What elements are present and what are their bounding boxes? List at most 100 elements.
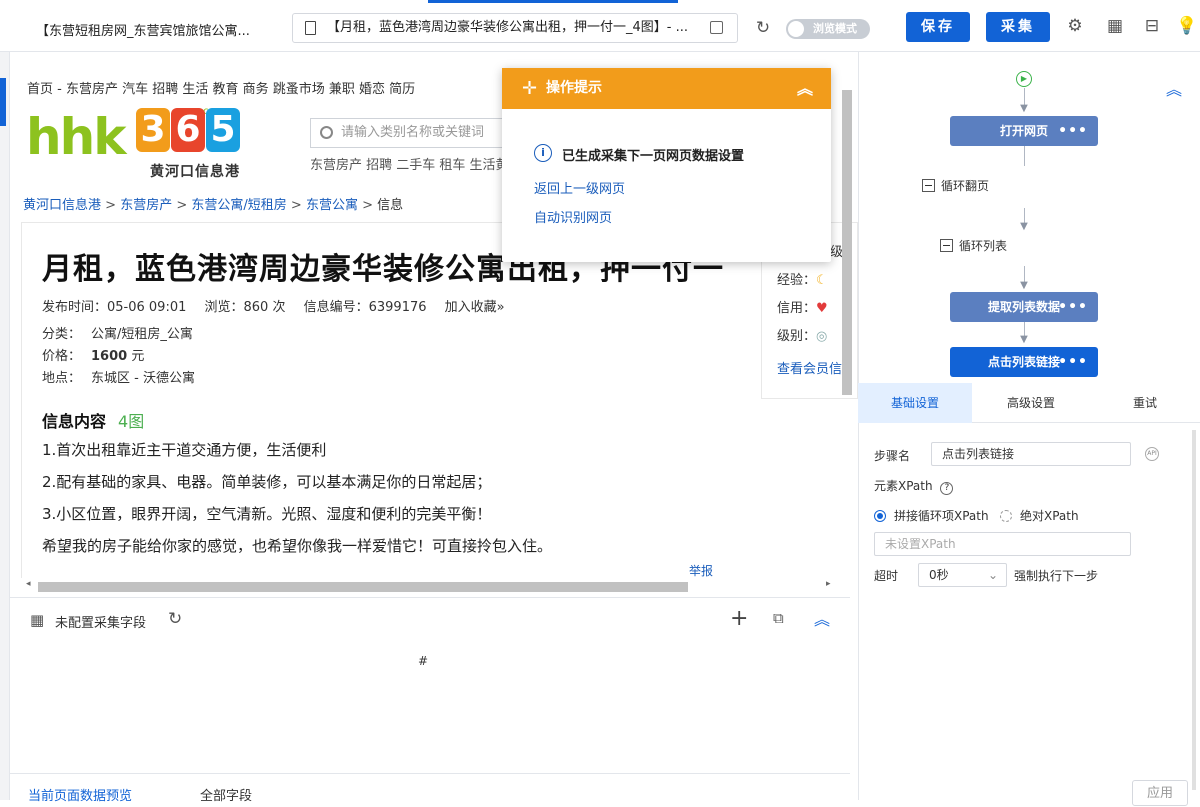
price-value: 1600 <box>91 349 128 364</box>
site-logo-text[interactable]: hhk <box>26 112 126 162</box>
medal-icon: ◎ <box>816 329 828 344</box>
refresh-icon[interactable]: ↻ <box>168 609 182 629</box>
radio-selected-icon[interactable] <box>874 510 886 522</box>
radio-unselected-icon[interactable] <box>1000 510 1012 522</box>
breadcrumb-link[interactable]: 黄河口信息港 <box>23 198 101 213</box>
tab-all-fields[interactable]: 全部字段 <box>200 785 252 804</box>
scroll-left-icon[interactable]: ◂ <box>26 579 31 589</box>
breadcrumb-link[interactable]: 东营房产 <box>120 198 172 213</box>
collapse-loop-icon[interactable] <box>922 179 935 192</box>
site-logo-digits[interactable]: 365 <box>136 108 244 160</box>
node-label: 打开网页 <box>999 124 1048 138</box>
collapse-icon[interactable]: ︽ <box>797 68 813 109</box>
auto-detect-link[interactable]: 自动识别网页 <box>534 207 612 226</box>
collapse-workflow-icon[interactable]: ︽ <box>1166 76 1182 100</box>
tab-retry[interactable]: 重试 <box>1090 383 1200 423</box>
level-row: 级别：◎ <box>777 325 827 344</box>
collapse-panel-icon[interactable]: ︽ <box>814 606 830 630</box>
image-count[interactable]: 4图 <box>118 412 144 431</box>
loop-list[interactable]: 循环列表 <box>940 237 1007 254</box>
tab-basic-settings[interactable]: 基础设置 <box>858 383 972 423</box>
heart-icon: ♥ <box>816 301 828 316</box>
url-field[interactable]: 【月租，蓝色港湾周边豪华装修公寓出租，押一付一_4图】- ... <box>292 13 738 43</box>
page-tab-title[interactable]: 【东营短租房网_东营宾馆旅馆公寓... <box>36 20 250 39</box>
api-icon[interactable]: API <box>1145 447 1159 461</box>
moon-icon: ☾ <box>816 273 828 288</box>
search-icon <box>320 126 333 139</box>
info-number: 信息编号：6399176 <box>303 300 427 315</box>
node-label: 提取列表数据 <box>987 300 1060 314</box>
radio-join-xpath[interactable]: 拼接循环项XPath <box>874 507 989 524</box>
url-text: 【月租，蓝色港湾周边豪华装修公寓出租，押一付一_4图】- ... <box>327 20 688 35</box>
empty-hash: # <box>418 654 429 668</box>
breadcrumb-current: 信息 <box>377 198 404 213</box>
view-member-link[interactable]: 查看会员信 <box>777 358 842 377</box>
search-sub-links[interactable]: 东营房产 招聘 二手车 租车 生活黄 <box>310 154 509 173</box>
credit-label: 信用： <box>777 301 817 316</box>
category-label: 分类： <box>42 327 82 342</box>
breadcrumb-sep: > <box>101 198 121 213</box>
location-label: 地点： <box>42 371 82 386</box>
content-paragraph: 希望我的房子能给你家的感觉，也希望你像我一样爱惜它！可直接拎包入住。 <box>42 537 553 555</box>
tab-advanced-settings[interactable]: 高级设置 <box>972 383 1090 423</box>
node-menu-icon[interactable]: ••• <box>1058 292 1088 322</box>
move-icon[interactable]: ✛ <box>522 68 537 109</box>
loop-label: 循环翻页 <box>941 179 990 193</box>
document-icon <box>305 21 316 35</box>
breadcrumb-link[interactable]: 东营公寓 <box>306 198 358 213</box>
category-value: 公寓/短租房_公寓 <box>91 327 193 342</box>
apply-button[interactable]: 应用 <box>1132 780 1188 806</box>
node-menu-icon[interactable]: ••• <box>1058 347 1088 377</box>
step-name-label: 步骤名 <box>874 449 911 463</box>
flow-line <box>1024 146 1025 166</box>
layout-icon[interactable]: ⊟ <box>1142 16 1162 36</box>
data-fields-panel: ▦ 未配置采集字段 ↻ + ⧉ ︽ # <box>10 597 850 774</box>
xpath-label-text: 元素XPath <box>874 479 933 493</box>
breadcrumb-link[interactable]: 东营公寓/短租房 <box>191 198 286 213</box>
collect-button[interactable]: 采集 <box>986 12 1050 42</box>
field-settings-icon[interactable]: ⧉ <box>773 609 784 627</box>
radio-absolute-xpath[interactable]: 绝对XPath <box>1000 507 1079 524</box>
node-menu-icon[interactable]: ••• <box>1058 116 1088 146</box>
help-icon[interactable]: ? <box>940 482 954 495</box>
add-field-icon[interactable]: + <box>730 606 748 631</box>
xpath-label: 元素XPath ? <box>874 477 954 495</box>
experience-label: 经验： <box>777 273 817 288</box>
loop-paging[interactable]: 循环翻页 <box>922 177 989 194</box>
xpath-input[interactable]: 未设置XPath <box>874 532 1131 556</box>
timeout-value: 0秒 <box>929 568 949 582</box>
timeout-select[interactable]: 0秒 ⌄ <box>918 563 1007 587</box>
scroll-right-icon[interactable]: ▸ <box>826 579 831 589</box>
node-extract-list[interactable]: 提取列表数据 ••• <box>950 292 1098 322</box>
radio-join-label: 拼接循环项XPath <box>894 509 989 523</box>
browse-mode-toggle[interactable]: 浏览模式 <box>786 19 870 39</box>
collapse-loop-icon[interactable] <box>940 239 953 252</box>
flow-arrow: ▼ <box>1020 334 1028 345</box>
site-nav-links[interactable]: 首页 - 东营房产 汽车 招聘 生活 教育 商务 跳蚤市场 兼职 婚恋 简历 <box>27 78 415 97</box>
add-favorite-link[interactable]: 加入收藏» <box>445 300 505 315</box>
scroll-thumb[interactable] <box>38 582 688 592</box>
settings-scrollbar[interactable] <box>1192 430 1196 790</box>
horizontal-scrollbar[interactable]: ◂ ▸ <box>10 578 858 592</box>
edit-url-icon[interactable] <box>710 21 723 34</box>
price-label: 价格： <box>42 349 82 364</box>
table-icon[interactable]: ▦ <box>1105 16 1125 36</box>
vertical-scrollbar[interactable] <box>842 90 852 395</box>
scroll-thumb[interactable] <box>842 90 852 395</box>
breadcrumb-sep: > <box>172 198 192 213</box>
tab-current-preview[interactable]: 当前页面数据预览 <box>28 785 132 804</box>
content-paragraph: 3.小区位置，眼界开阔，空气清新。光照、湿度和便利的完美平衡！ <box>42 505 492 523</box>
refresh-icon[interactable]: ↻ <box>753 18 773 38</box>
bulb-icon[interactable]: 💡 <box>1176 16 1197 36</box>
node-open-page[interactable]: 打开网页 ••• <box>950 116 1098 146</box>
price-unit: 元 <box>131 349 145 364</box>
report-link[interactable]: 举报 <box>689 562 713 579</box>
table-icon: ▦ <box>30 611 45 629</box>
node-click-list-link[interactable]: 点击列表链接 ••• <box>950 347 1098 377</box>
site-search-input[interactable]: 请输入类别名称或关键词 <box>310 118 510 148</box>
step-name-input[interactable]: 点击列表链接 <box>931 442 1131 466</box>
save-button[interactable]: 保存 <box>906 12 970 42</box>
back-to-parent-link[interactable]: 返回上一级网页 <box>534 178 625 197</box>
chevron-down-icon: ⌄ <box>987 568 998 582</box>
gear-icon[interactable]: ⚙ <box>1065 16 1085 36</box>
